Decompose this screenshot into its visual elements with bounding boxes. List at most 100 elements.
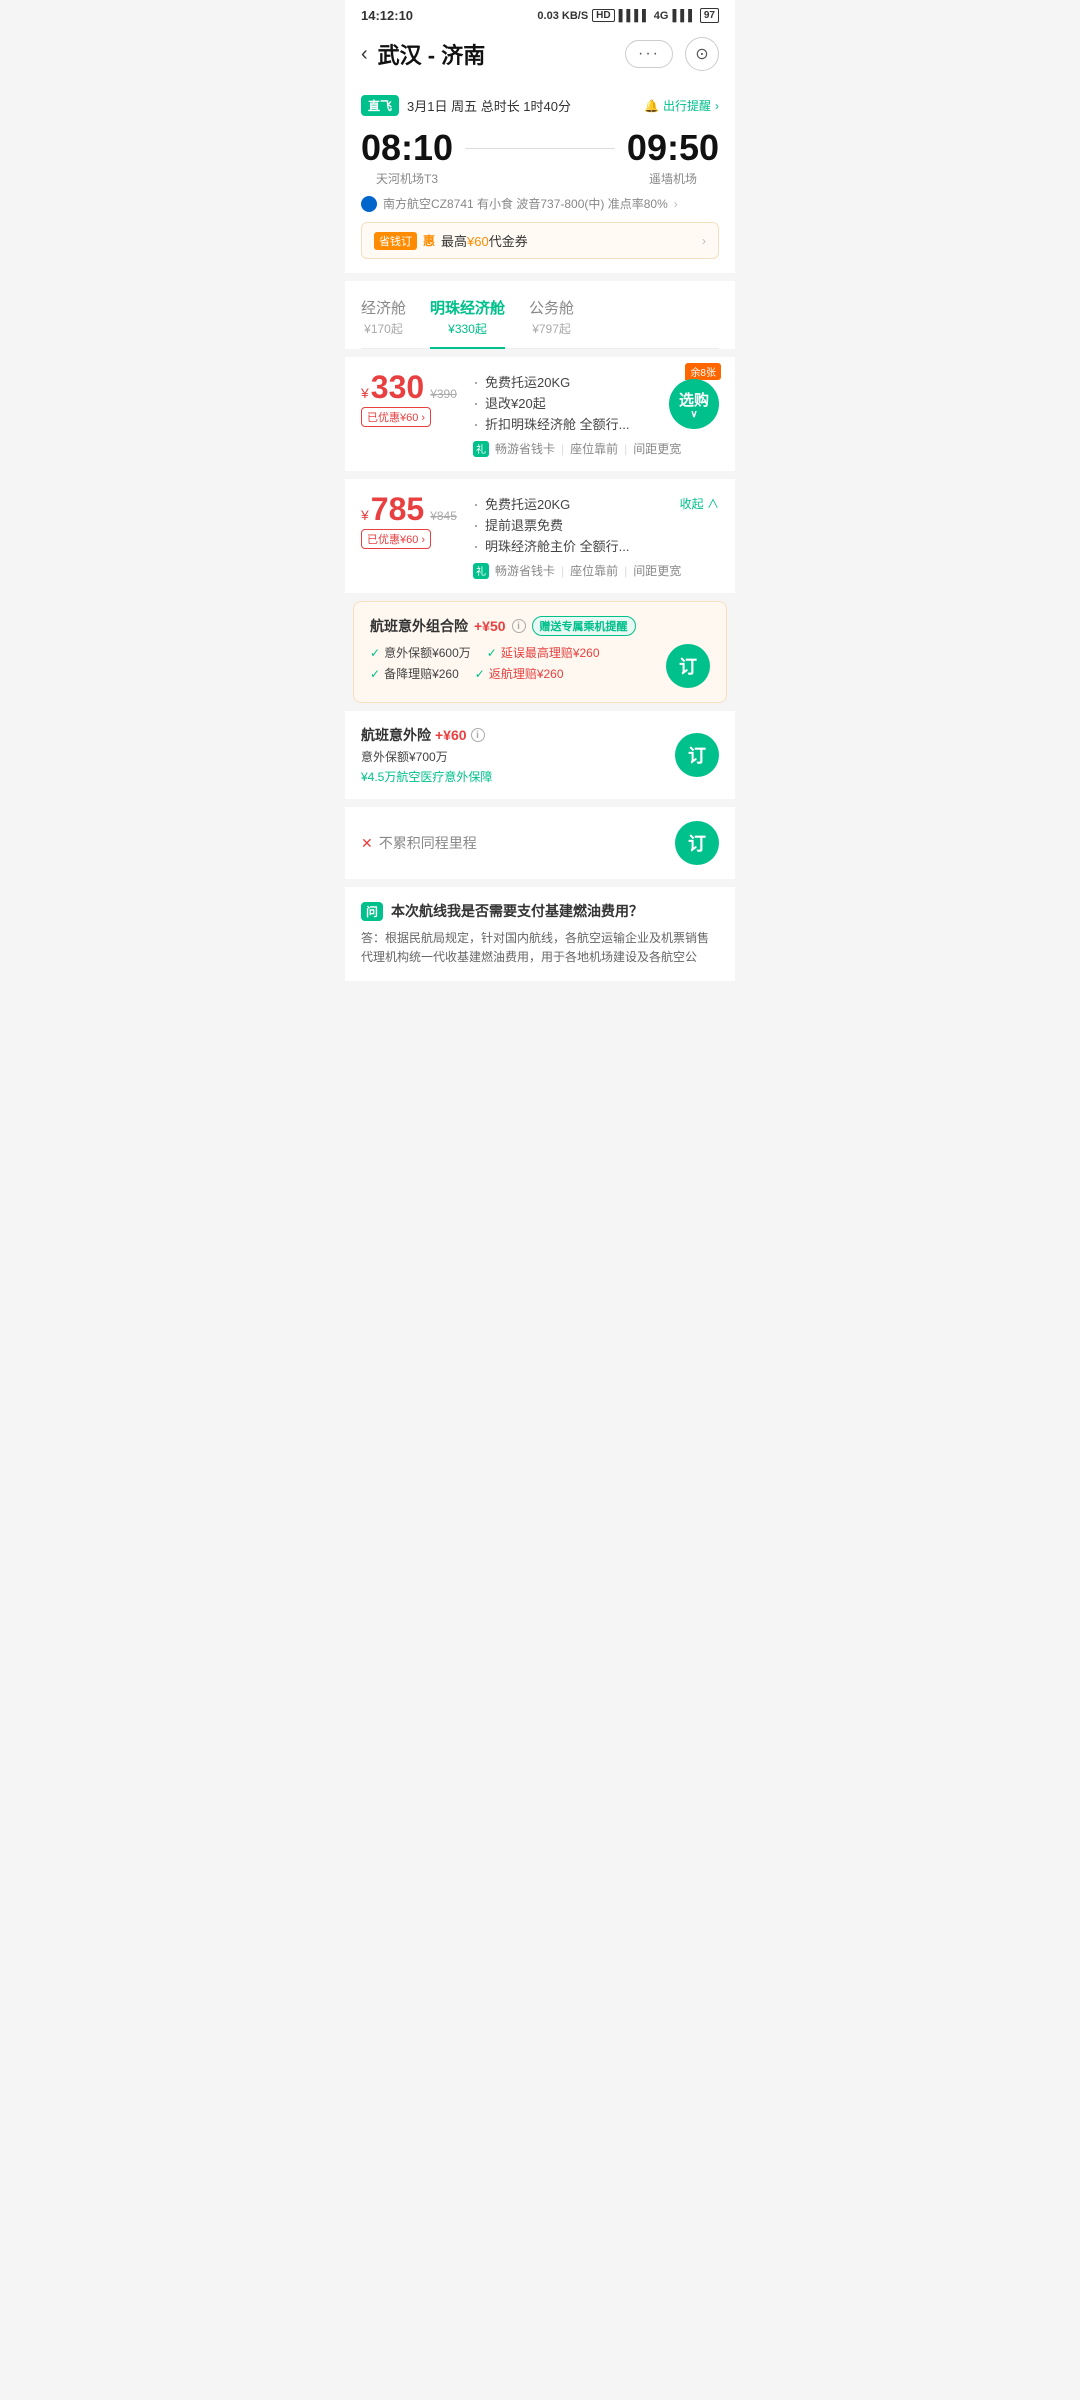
flight-date-info: 3月1日 周五 总时长 1时40分 — [407, 96, 571, 115]
tab-pearl-label: 明珠经济舱 — [430, 297, 505, 318]
price-left: ¥ 330 ¥390 已优惠¥60 › — [361, 371, 461, 457]
card-tags: 礼 畅游省钱卡 | 座位靠前 | 间距更宽 — [473, 440, 719, 457]
tab-economy-label: 经济舱 — [361, 297, 406, 318]
gift-tag: 赠送专属乘机提醒 — [532, 616, 636, 636]
remaining-badge: 余8张 — [685, 363, 721, 380]
si-left: 航班意外险 +¥60 i 意外保额¥700万 ¥4.5万航空医疗意外保障 — [361, 725, 492, 785]
faq-section: 问 本次航线我是否需要支付基建燃油费用？ 答：根据民航局规定，针对国内航线，各航… — [345, 887, 735, 981]
faq-question-text: 本次航线我是否需要支付基建燃油费用？ — [391, 901, 643, 921]
insurance-return-label: 返航理赔¥260 — [489, 665, 564, 682]
network-speed: 0.03 KB/S — [537, 10, 588, 22]
si-medical: ¥4.5万航空医疗意外保障 — [361, 768, 492, 785]
price-main-2: ¥ 785 ¥845 — [361, 493, 461, 525]
info-icon[interactable]: i — [512, 619, 526, 633]
header-left: ‹ 武汉 - 济南 — [361, 38, 485, 70]
insurance-price: +¥50 — [474, 618, 506, 634]
airline-info: 南方航空CZ8741 有小食 波音737-800(中) 准点率80% › — [361, 195, 719, 212]
insurance-item-delay: ✓ 延误最高理赔¥260 — [487, 644, 600, 661]
card-tag: 畅游省钱卡 — [495, 440, 555, 457]
price-card-330: 余8张 ¥ 330 ¥390 已优惠¥60 › 免费托运20KG 退改¥20起 … — [345, 357, 735, 471]
tab-economy[interactable]: 经济舱 ¥170起 — [361, 297, 406, 348]
page-header: ‹ 武汉 - 济南 ··· ⊙ — [345, 27, 735, 83]
tab-pearl-price: ¥330起 — [430, 320, 505, 337]
price-symbol-2: ¥ — [361, 507, 369, 523]
card-tags-2: 礼 畅游省钱卡 | 座位靠前 | 间距更宽 — [473, 562, 719, 579]
no-mileage-label: 不累积同程里程 — [379, 833, 477, 853]
price-number: 330 — [371, 371, 424, 403]
faq-q-icon: 问 — [361, 902, 383, 921]
savings-label: 惠 — [423, 232, 435, 249]
faq-question: 问 本次航线我是否需要支付基建燃油费用？ — [361, 901, 719, 921]
card-tag-2: 座位靠前 — [570, 562, 618, 579]
signal-5g: ▌▌▌▌ — [619, 10, 650, 22]
discount-badge-2[interactable]: 已优惠¥60 › — [361, 529, 431, 549]
arrive-airport: 遥墙机场 — [627, 170, 719, 187]
depart-airport: 天河机场T3 — [361, 170, 453, 187]
insurance-order-button[interactable]: 订 — [666, 644, 710, 688]
tab-business[interactable]: 公务舱 ¥797起 — [529, 297, 574, 348]
si-name: 航班意外险 — [361, 725, 431, 745]
back-button[interactable]: ‹ — [361, 43, 368, 66]
price-card-785: ¥ 785 ¥845 已优惠¥60 › 免费托运20KG 提前退票免费 明珠经济… — [345, 479, 735, 593]
feature-item: 提前退票免费 — [473, 514, 719, 535]
flight-tags: 直飞 3月1日 周五 总时长 1时40分 — [361, 95, 571, 116]
insurance-divert-label: 备降理赔¥260 — [384, 665, 459, 682]
insurance-details: ✓ 意外保额¥600万 ✓ 延误最高理赔¥260 ✓ 备降理赔¥260 ✓ 返航… — [370, 644, 656, 686]
si-price: +¥60 — [435, 727, 467, 743]
tab-pearl-economy[interactable]: 明珠经济舱 ¥330起 — [430, 297, 505, 349]
savings-banner[interactable]: 省钱订 惠 最高¥60代金券 › — [361, 222, 719, 259]
collapse-button[interactable]: 收起 ∧ — [680, 495, 719, 512]
card-tag: 座位靠前 — [570, 440, 618, 457]
hd-badge: HD — [592, 9, 614, 22]
header-right: ··· ⊙ — [625, 37, 719, 71]
airline-details: 南方航空CZ8741 有小食 波音737-800(中) 准点率80% — [383, 195, 668, 212]
insurance-delay-label: 延误最高理赔¥260 — [501, 644, 600, 661]
feature-item: 明珠经济舱主价 全额行... — [473, 535, 719, 556]
savings-left: 省钱订 惠 最高¥60代金券 — [374, 231, 528, 250]
airline-logo — [361, 196, 377, 212]
target-icon-button[interactable]: ⊙ — [685, 37, 719, 71]
price-original-2: ¥845 — [430, 509, 457, 523]
insurance-row-1: ✓ 意外保额¥600万 ✓ 延误最高理赔¥260 — [370, 644, 656, 661]
airline-chevron-icon: › — [674, 197, 678, 211]
mileage-order-button[interactable]: 订 — [675, 821, 719, 865]
savings-chevron-icon: › — [702, 234, 706, 248]
no-mileage-text: ✕ 不累积同程里程 — [361, 833, 477, 853]
si-order-button[interactable]: 订 — [675, 733, 719, 777]
no-mileage-section: ✕ 不累积同程里程 订 — [345, 807, 735, 879]
cabin-tabs: 经济舱 ¥170起 明珠经济舱 ¥330起 公务舱 ¥797起 — [345, 281, 735, 349]
bell-icon: 🔔 — [644, 99, 659, 113]
price-symbol: ¥ — [361, 385, 369, 401]
select-buy-button[interactable]: 选购 ∨ — [669, 379, 719, 429]
si-title: 航班意外险 +¥60 i — [361, 725, 492, 745]
check-icon-2: ✓ — [487, 646, 497, 660]
flight-duration-line — [453, 148, 627, 149]
faq-answer: 答：根据民航局规定，针对国内航线，各航空运输企业及机票销售代理机构统一代收基建燃… — [361, 929, 719, 967]
insurance-item: ✓ 意外保额¥600万 — [370, 644, 471, 661]
trip-reminder[interactable]: 🔔 出行提醒 › — [644, 97, 719, 114]
flight-card: 直飞 3月1日 周五 总时长 1时40分 🔔 出行提醒 › 08:10 天河机场… — [345, 83, 735, 273]
insurance-item-divert: ✓ 备降理赔¥260 — [370, 665, 459, 682]
x-icon: ✕ — [361, 835, 373, 852]
price-main: ¥ 330 ¥390 — [361, 371, 461, 403]
battery-indicator: 97 — [700, 8, 719, 23]
flight-times: 08:10 天河机场T3 09:50 遥墙机场 — [361, 130, 719, 187]
price-card-inner: ¥ 330 ¥390 已优惠¥60 › 免费托运20KG 退改¥20起 折扣明珠… — [361, 371, 719, 457]
discount-badge[interactable]: 已优惠¥60 › — [361, 407, 431, 427]
si-coverage: 意外保额¥700万 — [361, 748, 492, 765]
card-tag-2: 畅游省钱卡 — [495, 562, 555, 579]
flight-info-top: 直飞 3月1日 周五 总时长 1时40分 🔔 出行提醒 › — [361, 95, 719, 116]
insurance-name: 航班意外组合险 — [370, 616, 468, 636]
more-options-button[interactable]: ··· — [625, 40, 673, 68]
savings-text: 最高¥60代金券 — [441, 231, 528, 250]
si-info-icon[interactable]: i — [471, 728, 485, 742]
select-chevron: ∨ — [690, 410, 697, 420]
price-original: ¥390 — [430, 387, 457, 401]
tabs-row: 经济舱 ¥170起 明珠经济舱 ¥330起 公务舱 ¥797起 — [361, 297, 719, 349]
gift-icon: 礼 — [473, 441, 489, 457]
status-time: 14:12:10 — [361, 8, 413, 23]
savings-tag: 省钱订 — [374, 232, 417, 250]
insurance-body: ✓ 意外保额¥600万 ✓ 延误最高理赔¥260 ✓ 备降理赔¥260 ✓ 返航… — [370, 644, 710, 688]
depart-time-block: 08:10 天河机场T3 — [361, 130, 453, 187]
signal-4g-bars: ▌▌▌ — [672, 10, 695, 22]
